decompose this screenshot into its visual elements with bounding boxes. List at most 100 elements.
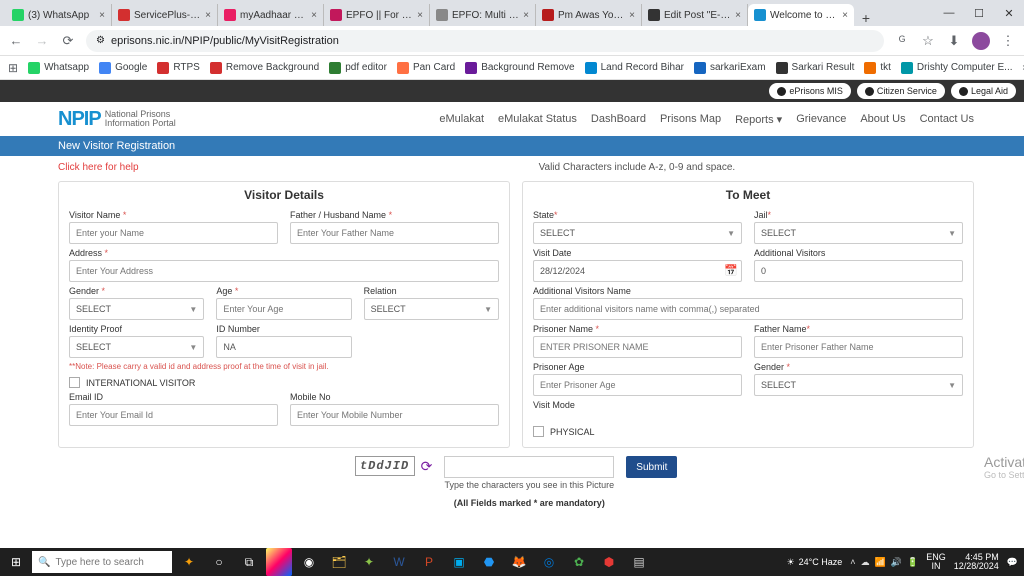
onedrive-icon[interactable]: ☁ — [861, 557, 870, 568]
legal-aid-button[interactable]: Legal Aid — [951, 83, 1016, 99]
taskbar-app-icon[interactable]: ✦ — [176, 548, 202, 576]
prisoner-name-input[interactable] — [533, 336, 742, 358]
download-icon[interactable]: ⬇ — [946, 33, 962, 49]
translate-icon[interactable]: ᴳ — [894, 33, 910, 49]
menu-icon[interactable]: ⋮ — [1000, 33, 1016, 49]
nav-grievance[interactable]: Grievance — [796, 113, 846, 126]
browser-tab[interactable]: Edit Post "E-Mul× — [642, 4, 748, 26]
taskbar-app-icon[interactable]: ▣ — [446, 548, 472, 576]
browser-tab[interactable]: EPFO || For Empl× — [324, 4, 430, 26]
submit-button[interactable]: Submit — [626, 456, 677, 478]
calendar-icon[interactable]: 📅 — [724, 264, 738, 277]
tray-chevron-icon[interactable]: ˄ — [850, 557, 855, 568]
prisoner-father-input[interactable] — [754, 336, 963, 358]
powerpoint-icon[interactable]: P — [416, 548, 442, 576]
bookmark-item[interactable]: tkt — [864, 62, 891, 74]
clock[interactable]: 4:45 PM12/28/2024 — [954, 553, 999, 572]
nav-emulakat-status[interactable]: eMulakat Status — [498, 113, 577, 126]
captcha-input[interactable] — [444, 456, 614, 478]
language-indicator[interactable]: ENGIN — [926, 553, 946, 572]
browser-tab-active[interactable]: Welcome to Nat× — [748, 4, 854, 26]
bookmark-item[interactable]: Pan Card — [397, 62, 455, 74]
network-icon[interactable]: 📶 — [875, 557, 886, 568]
bookmark-item[interactable]: sarkariExam — [694, 62, 766, 74]
taskbar-app-icon[interactable]: 🦊 — [506, 548, 532, 576]
close-icon[interactable]: × — [417, 10, 423, 21]
reload-icon[interactable]: ⟳ — [60, 33, 76, 49]
relation-select[interactable]: SELECT▼ — [364, 298, 499, 320]
edge-icon[interactable]: ◎ — [536, 548, 562, 576]
browser-tab[interactable]: EPFO: Multi Fact× — [430, 4, 536, 26]
taskbar-app-icon[interactable]: ✦ — [356, 548, 382, 576]
international-visitor-checkbox[interactable] — [69, 377, 80, 388]
bookmark-item[interactable]: Google — [99, 62, 147, 74]
browser-tab[interactable]: (3) WhatsApp× — [6, 4, 112, 26]
physical-mode-checkbox[interactable] — [533, 426, 544, 437]
taskbar-app-icon[interactable]: ⬢ — [596, 548, 622, 576]
additional-visitors-input[interactable] — [754, 260, 963, 282]
close-icon[interactable]: × — [99, 10, 105, 21]
weather-widget[interactable]: ☀24°C Haze — [787, 557, 843, 568]
age-input[interactable] — [216, 298, 351, 320]
address-input[interactable] — [69, 260, 499, 282]
battery-icon[interactable]: 🔋 — [907, 557, 918, 568]
bookmark-item[interactable]: Sarkari Result — [776, 62, 855, 74]
bookmark-item[interactable]: Background Remove — [465, 62, 574, 74]
bookmark-item[interactable]: Remove Background — [210, 62, 319, 74]
refresh-captcha-icon[interactable]: ⟳ — [421, 458, 433, 475]
bookmark-item[interactable]: pdf editor — [329, 62, 387, 74]
bookmark-item[interactable]: RTPS — [157, 62, 200, 74]
bookmark-item[interactable]: Land Record Bihar — [585, 62, 684, 74]
taskbar-app-icon[interactable]: ▤ — [626, 548, 652, 576]
word-icon[interactable]: W — [386, 548, 412, 576]
mobile-input[interactable] — [290, 404, 499, 426]
bookmark-star-icon[interactable]: ☆ — [920, 33, 936, 49]
maximize-icon[interactable]: ☐ — [964, 0, 994, 26]
bookmark-item[interactable]: Drishty Computer E... — [901, 62, 1013, 74]
email-input[interactable] — [69, 404, 278, 426]
taskview-icon[interactable]: ⧉ — [236, 548, 262, 576]
forward-icon[interactable]: → — [34, 33, 50, 49]
bookmark-item[interactable]: Whatsapp — [28, 62, 89, 74]
close-icon[interactable]: × — [205, 10, 211, 21]
cortana-icon[interactable]: ○ — [206, 548, 232, 576]
taskbar-search[interactable]: 🔍Type here to search — [32, 551, 172, 573]
help-link[interactable]: Click here for help — [58, 162, 139, 173]
nav-contact[interactable]: Contact Us — [920, 113, 974, 126]
jail-select[interactable]: SELECT▼ — [754, 222, 963, 244]
browser-tab[interactable]: ServicePlus- Issu× — [112, 4, 218, 26]
state-select[interactable]: SELECT▼ — [533, 222, 742, 244]
visit-date-input[interactable] — [533, 260, 742, 282]
idproof-select[interactable]: SELECT▼ — [69, 336, 204, 358]
new-tab-button[interactable]: + — [854, 10, 878, 26]
citizen-service-button[interactable]: Citizen Service — [857, 83, 945, 99]
profile-icon[interactable] — [972, 32, 990, 50]
browser-tab[interactable]: myAadhaar - Un× — [218, 4, 324, 26]
prisoner-age-input[interactable] — [533, 374, 742, 396]
explorer-icon[interactable]: 🗂 — [326, 548, 352, 576]
father-name-input[interactable] — [290, 222, 499, 244]
close-icon[interactable]: × — [629, 10, 635, 21]
site-info-icon[interactable]: ⚙ — [96, 35, 105, 46]
url-input[interactable]: ⚙ eprisons.nic.in/NPIP/public/MyVisitReg… — [86, 30, 884, 52]
close-icon[interactable]: × — [311, 10, 317, 21]
chrome-icon[interactable]: ◉ — [296, 548, 322, 576]
minimize-icon[interactable]: — — [934, 0, 964, 26]
gender-select[interactable]: SELECT▼ — [69, 298, 204, 320]
close-icon[interactable]: × — [842, 10, 848, 21]
close-window-icon[interactable]: ✕ — [994, 0, 1024, 26]
close-icon[interactable]: × — [523, 10, 529, 21]
nav-about[interactable]: About Us — [860, 113, 905, 126]
nav-emulakat[interactable]: eMulakat — [439, 113, 484, 126]
additional-visitors-name-input[interactable] — [533, 298, 963, 320]
back-icon[interactable]: ← — [8, 33, 24, 49]
prisoner-gender-select[interactable]: SELECT▼ — [754, 374, 963, 396]
taskbar-app-icon[interactable] — [266, 548, 292, 576]
taskbar-app-icon[interactable]: ⬣ — [476, 548, 502, 576]
eprisons-mis-button[interactable]: ePrisons MIS — [769, 83, 851, 99]
notifications-icon[interactable]: 💬 — [1007, 557, 1018, 568]
volume-icon[interactable]: 🔊 — [891, 557, 902, 568]
start-button[interactable]: ⊞ — [0, 548, 32, 576]
nav-prisons-map[interactable]: Prisons Map — [660, 113, 721, 126]
nav-reports[interactable]: Reports ▾ — [735, 113, 782, 126]
